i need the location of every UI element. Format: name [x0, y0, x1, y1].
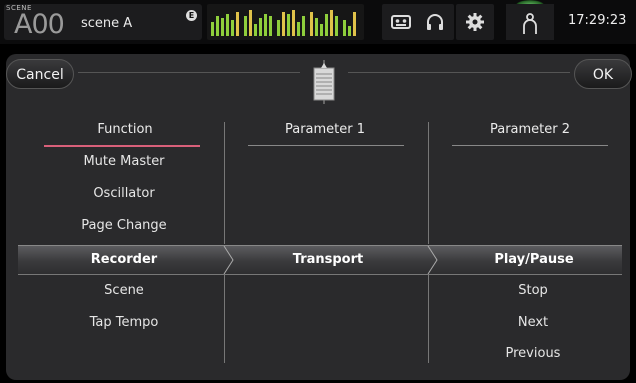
meter-bar — [315, 18, 318, 36]
scene-name: scene A — [81, 16, 133, 31]
meter-bar — [259, 18, 262, 36]
meter-bar — [330, 10, 333, 36]
meter-bar — [254, 24, 257, 36]
meter-bar — [325, 14, 328, 36]
meter-bar — [320, 24, 323, 36]
meter-bar — [277, 20, 280, 36]
scene-edit-badge: E — [186, 10, 197, 21]
user-icon — [523, 13, 537, 34]
meter-bridge-icon — [211, 10, 356, 36]
meter-bar — [226, 14, 229, 36]
meter-bar — [287, 14, 290, 36]
function-item-page-change[interactable]: Page Change — [34, 218, 214, 233]
parameter-1-underline — [248, 145, 404, 146]
function-item-mute-master[interactable]: Mute Master — [34, 154, 214, 169]
monitor-button[interactable] — [416, 4, 454, 40]
meter-bar — [310, 12, 313, 36]
function-item-tap-tempo[interactable]: Tap Tempo — [34, 315, 214, 330]
top-status-bar: SCENE A00 scene A E 17:29:23 — [0, 0, 636, 44]
ok-button[interactable]: OK — [574, 59, 632, 89]
parameter-2-item-next[interactable]: Next — [443, 315, 623, 330]
recorder-button[interactable] — [382, 4, 420, 40]
headphones-icon — [427, 14, 443, 30]
meter-bar — [348, 26, 351, 36]
clock: 17:29:23 — [568, 13, 627, 28]
function-column-accent — [44, 145, 200, 147]
scene-display[interactable]: SCENE A00 scene A E — [4, 4, 202, 40]
selected-parameter-1[interactable]: Transport — [238, 246, 418, 274]
meter-bar — [292, 10, 295, 36]
meter-bar — [221, 18, 224, 36]
selected-parameter-2[interactable]: Play/Pause — [444, 246, 624, 274]
meter-bar — [231, 20, 234, 36]
column-header-function: Function — [97, 122, 153, 137]
selected-function[interactable]: Recorder — [34, 246, 214, 274]
meter-bar — [264, 14, 267, 36]
meter-bar — [353, 12, 356, 36]
meter-bridge[interactable] — [207, 4, 364, 40]
meter-bar — [335, 16, 338, 36]
function-item-oscillator[interactable]: Oscillator — [34, 186, 214, 201]
column-divider-2-upper — [428, 122, 429, 244]
fader-icon — [313, 60, 335, 104]
setup-button[interactable] — [456, 4, 494, 40]
meter-bar — [236, 12, 239, 36]
gear-icon — [466, 13, 484, 31]
meter-bar — [297, 22, 300, 36]
column-divider-1-upper — [224, 122, 225, 244]
column-header-parameter-2: Parameter 2 — [489, 122, 571, 137]
meter-bar — [302, 16, 305, 36]
recorder-tape-icon — [391, 15, 411, 29]
user-button[interactable] — [506, 4, 554, 40]
meter-bar — [244, 16, 247, 36]
cancel-button[interactable]: Cancel — [6, 59, 74, 89]
scene-number: A00 — [14, 9, 65, 40]
selected-row[interactable]: Recorder Transport Play/Pause — [18, 245, 622, 275]
meter-bar — [211, 22, 214, 36]
column-header-parameter-1: Parameter 1 — [284, 122, 366, 137]
function-item-scene[interactable]: Scene — [34, 283, 214, 298]
meter-bar — [343, 20, 346, 36]
header-divider-left — [78, 72, 300, 73]
meter-bar — [282, 12, 285, 36]
parameter-2-item-previous[interactable]: Previous — [443, 346, 623, 361]
parameter-2-item-stop[interactable]: Stop — [443, 283, 623, 298]
meter-bar — [269, 16, 272, 36]
meter-bar — [249, 10, 252, 36]
header-divider-right — [348, 72, 570, 73]
meter-bar — [216, 16, 219, 36]
parameter-2-underline — [452, 145, 608, 146]
column-divider-2-lower — [428, 275, 429, 363]
column-divider-1-lower — [224, 275, 225, 363]
